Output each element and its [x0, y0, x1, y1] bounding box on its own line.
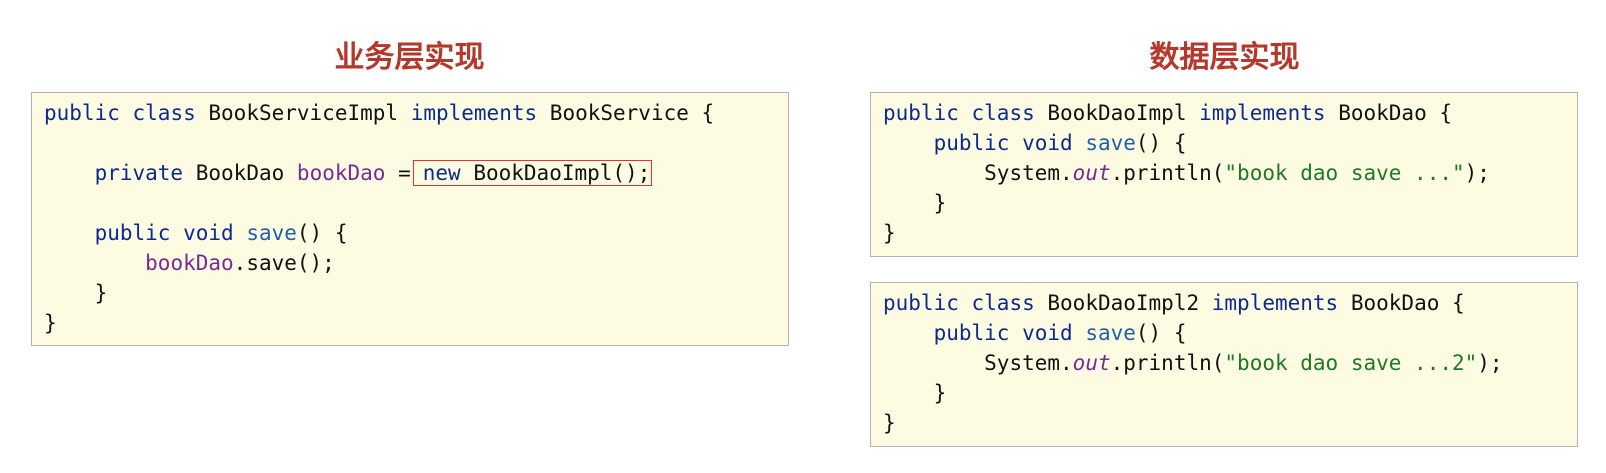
keyword: public [883, 291, 959, 315]
code-text: .println( [1110, 351, 1225, 375]
code-text: .save(); [233, 251, 335, 275]
code-line: public void save() { [44, 218, 788, 248]
code-text: System. [984, 161, 1073, 185]
keyword: public [44, 101, 120, 125]
code-line: } [883, 378, 1577, 408]
code-text: .println( [1110, 161, 1225, 185]
keyword: void [183, 221, 234, 245]
brace: } [883, 221, 896, 245]
code-line: public class BookDaoImpl implements Book… [883, 98, 1577, 128]
code-line: } [883, 218, 1577, 248]
string-literal: "book dao save ...2" [1224, 351, 1478, 375]
keyword: void [1022, 321, 1073, 345]
code-text: () { [1135, 131, 1187, 155]
constructor-call: BookDaoImpl(); [473, 161, 651, 185]
static-field: out [1072, 161, 1111, 185]
code-line: public void save() { [883, 128, 1577, 158]
keyword: implements [410, 101, 538, 125]
method-name: save [1085, 321, 1136, 345]
code-line: System.out.println("book dao save ...2")… [883, 348, 1577, 378]
keyword: class [971, 291, 1035, 315]
brace: { [1439, 101, 1453, 125]
keyword: class [971, 101, 1035, 125]
code-text: () { [1135, 321, 1187, 345]
keyword: public [933, 321, 1010, 345]
code-line: bookDao.save(); [44, 248, 788, 278]
code-line: } [883, 188, 1577, 218]
business-layer-title: 业务层实现 [334, 40, 485, 75]
code-line: private BookDao bookDao = new BookDaoImpl… [44, 158, 788, 188]
keyword: implements [1199, 101, 1326, 125]
interface-name: BookDao [1350, 291, 1440, 315]
method-name: save [246, 221, 297, 245]
keyword: public [883, 101, 959, 125]
static-field: out [1072, 351, 1111, 375]
class-name: BookDaoImpl2 [1047, 291, 1200, 315]
interface-name: BookDao [1338, 101, 1427, 125]
keyword: public [933, 131, 1010, 155]
book-dao-impl-code: public class BookDaoImpl implements Book… [870, 92, 1578, 257]
brace: } [94, 281, 108, 305]
code-text: () { [296, 221, 348, 245]
class-name: BookServiceImpl [208, 101, 399, 125]
book-dao-impl2-code: public class BookDaoImpl2 implements Boo… [870, 282, 1578, 447]
code-line: public class BookServiceImpl implements … [44, 98, 788, 128]
code-line: public class BookDaoImpl2 implements Boo… [883, 288, 1577, 318]
brace: } [933, 381, 947, 405]
keyword: new [422, 161, 461, 185]
keyword: void [1022, 131, 1073, 155]
code-line: public void save() { [883, 318, 1577, 348]
data-layer-title: 数据层实现 [1149, 40, 1300, 75]
code-line: } [44, 278, 788, 308]
new-instance-highlight: new BookDaoImpl(); [412, 160, 653, 186]
brace: { [1452, 291, 1465, 315]
brace: } [44, 311, 57, 335]
brace: { [701, 101, 715, 125]
method-name: save [1085, 131, 1136, 155]
class-name: BookDaoImpl [1047, 101, 1187, 125]
brace: } [883, 411, 896, 435]
operator: = [398, 161, 411, 185]
code-text: System. [984, 351, 1073, 375]
type-name: BookDao [195, 161, 285, 185]
keyword: private [94, 161, 184, 185]
keyword: public [94, 221, 171, 245]
code-text: ); [1477, 351, 1503, 375]
brace: } [933, 191, 947, 215]
code-line: } [44, 308, 788, 338]
code-line: } [883, 408, 1577, 438]
string-literal: "book dao save ..." [1224, 161, 1465, 185]
code-text: ); [1464, 161, 1490, 185]
field-name: bookDao [145, 251, 234, 275]
code-line: System.out.println("book dao save ..."); [883, 158, 1577, 188]
keyword: implements [1211, 291, 1339, 315]
field-name: bookDao [296, 161, 386, 185]
book-service-impl-code: public class BookServiceImpl implements … [31, 92, 789, 346]
keyword: class [132, 101, 196, 125]
interface-name: BookService [549, 101, 689, 125]
